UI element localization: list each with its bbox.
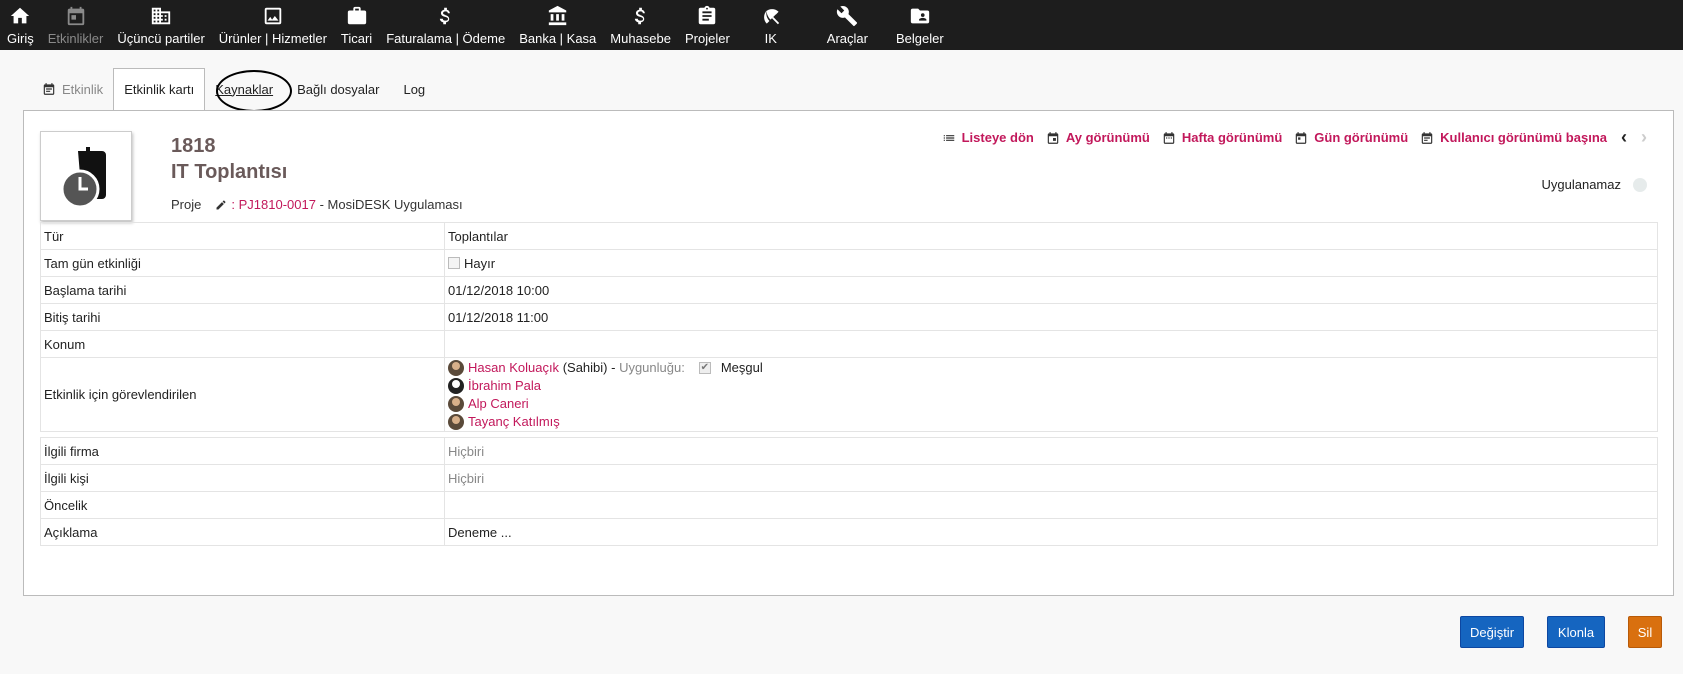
event-details-table: Tür Toplantılar Tam gün etkinliği Hayır …	[40, 222, 1658, 432]
allday-checkbox	[448, 256, 460, 269]
back-to-list-link[interactable]: Listeye dön	[942, 130, 1034, 145]
view-links: Listeye dön Ay görünümü Hafta görünümü G…	[930, 127, 1647, 148]
nav-events[interactable]: Etkinlikler	[41, 0, 111, 50]
project-name: - MosiDESK Uygulaması	[319, 197, 463, 212]
tab-log[interactable]: Log	[389, 68, 435, 110]
previous-arrow-icon[interactable]: ‹	[1621, 127, 1627, 148]
table-row: Etkinlik için görevlendirilen Hasan Kolu…	[40, 357, 1658, 432]
table-row: Bitiş tarihi 01/12/2018 11:00	[40, 303, 1658, 331]
assignee-owner: Hasan Koluaçık (Sahibi) - Uygunluğu: ✔ M…	[448, 359, 1654, 377]
pencil-icon[interactable]	[215, 199, 227, 211]
table-row: Konum	[40, 330, 1658, 358]
bank-icon	[546, 4, 570, 28]
edit-button[interactable]: Değiştir	[1460, 616, 1524, 648]
busy-checkbox: ✔	[698, 361, 711, 374]
calendar-day-icon	[1294, 131, 1308, 145]
avatar	[448, 377, 464, 394]
list-icon	[942, 131, 956, 145]
briefcase-icon	[345, 4, 369, 28]
umbrella-icon	[759, 4, 783, 28]
nav-hr[interactable]: IK	[737, 0, 805, 50]
day-view-link[interactable]: Gün görünümü	[1294, 130, 1408, 145]
assignee: Alp Caneri	[448, 395, 1654, 413]
next-arrow-icon[interactable]: ›	[1641, 127, 1647, 148]
nav-documents[interactable]: Belgeler	[882, 0, 951, 50]
calendar-month-icon	[1046, 131, 1060, 145]
table-row: Açıklama Deneme ...	[40, 518, 1658, 546]
folder-user-icon	[908, 4, 932, 28]
clone-button[interactable]: Klonla	[1547, 616, 1605, 648]
status-indicator: Uygulanamaz	[1542, 177, 1647, 192]
project-link[interactable]: PJ1810-0017	[239, 197, 316, 212]
avatar	[448, 395, 464, 412]
nav-billing[interactable]: Faturalama | Ödeme	[379, 0, 512, 50]
dollar-icon	[434, 4, 458, 28]
table-row: İlgili kişi Hiçbiri	[40, 464, 1658, 492]
per-user-view-link[interactable]: Kullanıcı görünümü başına	[1420, 130, 1607, 145]
dollar-icon	[629, 4, 653, 28]
wrench-icon	[835, 4, 859, 28]
clipboard-icon	[695, 4, 719, 28]
nav-commercial[interactable]: Ticari	[334, 0, 379, 50]
event-related-table: İlgili firma Hiçbiri İlgili kişi Hiçbiri…	[40, 437, 1658, 546]
delete-button[interactable]: Sil	[1628, 616, 1662, 648]
assignee: İbrahim Pala	[448, 377, 1654, 395]
tab-event-card[interactable]: Etkinlik kartı	[113, 68, 206, 111]
nav-third-parties[interactable]: Üçüncü partiler	[110, 0, 211, 50]
table-row: İlgili firma Hiçbiri	[40, 437, 1658, 465]
table-row: Tam gün etkinliği Hayır	[40, 249, 1658, 277]
calendar-note-icon	[42, 82, 56, 96]
status-dot	[1633, 177, 1647, 192]
table-row: Öncelik	[40, 491, 1658, 519]
project-label: Proje	[171, 197, 202, 212]
avatar	[448, 359, 464, 376]
nav-home[interactable]: Giriş	[0, 0, 41, 50]
image-icon	[261, 4, 285, 28]
nav-products[interactable]: Ürünler | Hizmetler	[212, 0, 334, 50]
calendar-week-icon	[1162, 131, 1176, 145]
calendar-user-icon	[1420, 131, 1434, 145]
week-view-link[interactable]: Hafta görünümü	[1162, 130, 1282, 145]
nav-tools[interactable]: Araçlar	[805, 0, 882, 50]
table-row: Tür Toplantılar	[40, 222, 1658, 250]
calendar-icon	[64, 4, 88, 28]
nav-accounting[interactable]: Muhasebe	[603, 0, 678, 50]
home-icon	[8, 4, 32, 28]
event-card: 1818 IT Toplantısı Proje : PJ1810-0017 -…	[23, 110, 1674, 596]
nav-projects[interactable]: Projeler	[678, 0, 737, 50]
event-clock-icon	[60, 147, 106, 209]
event-ref: 1818	[171, 135, 216, 157]
assignee: Tayanç Katılmış	[448, 413, 1654, 431]
nav-bank[interactable]: Banka | Kasa	[512, 0, 603, 50]
table-row: Başlama tarihi 01/12/2018 10:00	[40, 276, 1658, 304]
event-thumbnail	[40, 131, 132, 221]
building-icon	[149, 4, 173, 28]
tab-event[interactable]: Etkinlik	[26, 68, 113, 110]
avatar	[448, 413, 464, 430]
event-title: IT Toplantısı	[171, 161, 288, 183]
tab-linked-files[interactable]: Bağlı dosyalar	[283, 68, 389, 110]
top-navbar: Giriş Etkinlikler Üçüncü partiler Ürünle…	[0, 0, 1683, 50]
annotation-circle	[216, 70, 292, 112]
project-line: Proje : PJ1810-0017 - MosiDESK Uygulamas…	[171, 197, 463, 212]
month-view-link[interactable]: Ay görünümü	[1046, 130, 1150, 145]
